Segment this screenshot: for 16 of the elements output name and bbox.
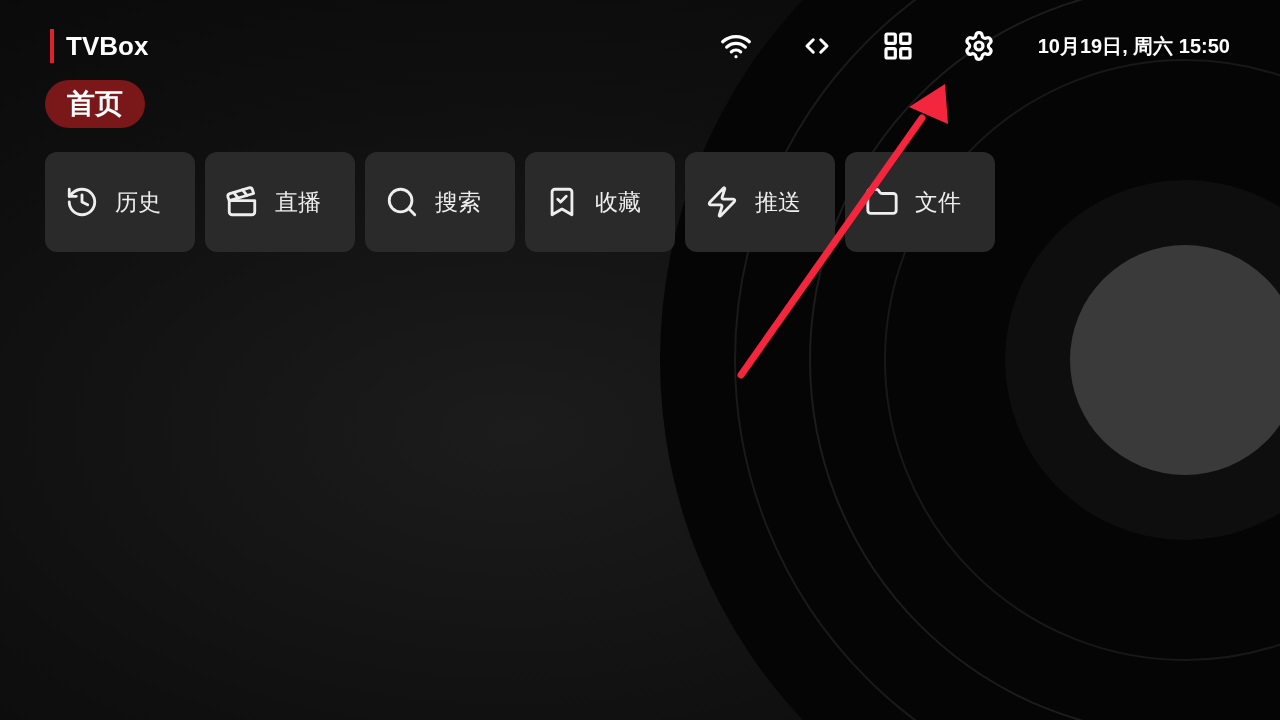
settings-icon [963, 30, 996, 62]
shortcut-tile[interactable]: 历史 [45, 152, 195, 252]
history-icon [65, 185, 99, 219]
grid-icon [882, 30, 915, 62]
app-title: TVBox [66, 30, 149, 62]
logo-accent-bar [50, 29, 54, 63]
date-time: 10月19日, 周六 15:50 [1037, 33, 1230, 59]
shortcut-tile[interactable]: 直播 [205, 152, 355, 252]
lightning-icon [705, 185, 739, 219]
shortcut-tile[interactable]: 搜索 [365, 152, 515, 252]
search-icon [385, 185, 419, 219]
shortcut-tile[interactable]: 收藏 [525, 152, 675, 252]
shortcut-tile[interactable]: 文件 [845, 152, 995, 252]
nav-tab[interactable]: 首页 [45, 80, 145, 128]
clapperboard-icon [225, 185, 259, 219]
shortcut-tile[interactable]: 推送 [685, 152, 835, 252]
